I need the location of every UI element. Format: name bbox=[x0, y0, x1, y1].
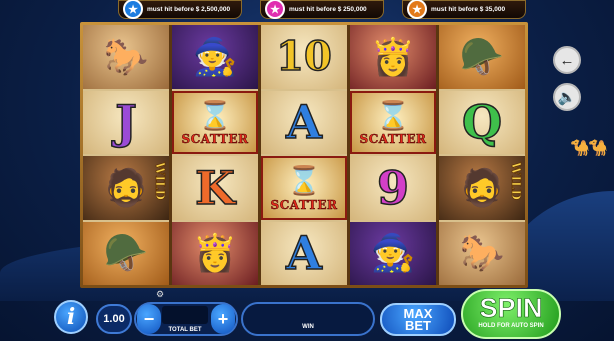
jackpot-minor-label: must hit before $ 35,000 bbox=[431, 6, 506, 13]
jackpot-minor: ★ must hit before $ 35,000 bbox=[402, 0, 526, 19]
symbol-old-sorcerer: 🧙 bbox=[350, 221, 436, 285]
white-horse-icon: 🐎 bbox=[103, 35, 149, 77]
jackpot-grand-label: must hit before $ 2,500,000 bbox=[147, 6, 231, 13]
arrow-left-icon: ← bbox=[559, 51, 575, 69]
reel-3: 10 A ⌛ SCATTER A bbox=[261, 25, 347, 285]
symbol-label: J bbox=[114, 95, 137, 151]
info-button[interactable]: i bbox=[54, 300, 88, 334]
wild-label: WILD bbox=[153, 162, 168, 201]
symbol-label: K bbox=[194, 160, 235, 216]
golden-helmet-icon: 🪖 bbox=[459, 35, 505, 77]
minus-icon: − bbox=[143, 308, 155, 329]
bet-value-display: 1.00 bbox=[96, 304, 132, 334]
total-bet-value bbox=[162, 306, 208, 324]
symbol-label: Q bbox=[461, 95, 503, 151]
symbol-golden-helmet: 🪖 bbox=[83, 221, 169, 285]
reel-2: 🧙 ⌛ SCATTER K 👸 bbox=[172, 25, 258, 285]
symbol-desert-hero: 🧔 WILD bbox=[83, 156, 169, 220]
princess-icon: 👸 bbox=[370, 35, 416, 77]
spin-label: SPIN bbox=[479, 293, 543, 324]
symbol-letter: J bbox=[83, 90, 169, 154]
star-icon: ★ bbox=[123, 0, 143, 19]
sound-button[interactable]: 🔈 bbox=[553, 83, 581, 111]
spin-button[interactable]: SPIN HOLD FOR AUTO SPIN bbox=[461, 289, 561, 339]
win-display bbox=[241, 302, 375, 336]
golden-helmet-icon: 🪖 bbox=[103, 232, 149, 274]
symbol-letter: 10 bbox=[261, 25, 347, 89]
settings-icon[interactable]: ⚙ bbox=[156, 289, 164, 300]
old-sorcerer-icon: 🧙 bbox=[370, 232, 416, 274]
scatter-label: SCATTER bbox=[359, 132, 427, 147]
bet-value: 1.00 bbox=[103, 313, 125, 325]
symbol-scatter: ⌛ SCATTER bbox=[261, 156, 347, 220]
jackpot-grand: ★ must hit before $ 2,500,000 bbox=[118, 0, 242, 19]
max-bet-button[interactable]: MAX BET bbox=[380, 303, 456, 336]
symbol-letter: A bbox=[261, 90, 347, 154]
symbol-label: A bbox=[285, 226, 322, 282]
reels-frame: 🐎 J 🧔 WILD 🪖 🧙 ⌛ SCATTER K 👸 10 A ⌛ SCATTER A 👸 ⌛ SCATTER… bbox=[80, 22, 528, 288]
wild-label: WILD bbox=[509, 162, 524, 201]
symbol-scatter: ⌛ SCATTER bbox=[172, 90, 258, 154]
symbol-label: 9 bbox=[376, 160, 410, 216]
max-bet-line2: BET bbox=[405, 317, 431, 333]
symbol-white-horse: 🐎 bbox=[439, 221, 525, 285]
symbol-golden-helmet: 🪖 bbox=[439, 25, 525, 89]
star-icon: ★ bbox=[407, 0, 427, 19]
symbol-desert-hero: 🧔 WILD bbox=[439, 156, 525, 220]
scatter-label: SCATTER bbox=[270, 197, 338, 212]
win-label: WIN bbox=[302, 324, 314, 330]
symbol-label: A bbox=[285, 95, 322, 151]
jackpot-bar: ★ must hit before $ 2,500,000 ★ must hit… bbox=[118, 0, 526, 22]
symbol-princess: 👸 bbox=[350, 25, 436, 89]
camel-caravan-silhouette: 🐪🐪 bbox=[570, 140, 608, 157]
back-button[interactable]: ← bbox=[553, 46, 581, 74]
symbol-label: 10 bbox=[275, 33, 332, 82]
symbol-white-horse: 🐎 bbox=[83, 25, 169, 89]
speaker-icon: 🔈 bbox=[557, 89, 577, 106]
symbol-letter: K bbox=[172, 156, 258, 220]
white-horse-icon: 🐎 bbox=[459, 232, 505, 274]
reels-grid: 🐎 J 🧔 WILD 🪖 🧙 ⌛ SCATTER K 👸 10 A ⌛ SCATTER A 👸 ⌛ SCATTER… bbox=[83, 25, 525, 285]
symbol-letter: 9 bbox=[350, 156, 436, 220]
plus-icon: + bbox=[217, 308, 229, 329]
reel-5: 🪖 Q 🧔 WILD 🐎 bbox=[439, 25, 525, 285]
info-icon: i bbox=[66, 304, 76, 330]
symbol-old-sorcerer: 🧙 bbox=[172, 25, 258, 89]
spin-sublabel: HOLD FOR AUTO SPIN bbox=[478, 323, 544, 329]
hourglass-icon: ⌛ bbox=[375, 99, 411, 131]
hourglass-icon: ⌛ bbox=[197, 99, 233, 131]
hourglass-icon: ⌛ bbox=[286, 165, 322, 197]
jackpot-major-label: must hit before $ 250,000 bbox=[289, 6, 367, 13]
total-bet-label: TOTAL BET bbox=[168, 327, 202, 333]
star-icon: ★ bbox=[265, 0, 285, 19]
increase-bet-button[interactable]: + bbox=[211, 304, 235, 334]
jackpot-major: ★ must hit before $ 250,000 bbox=[260, 0, 384, 19]
symbol-scatter: ⌛ SCATTER bbox=[350, 90, 436, 154]
decrease-bet-button[interactable]: − bbox=[137, 304, 161, 334]
scatter-label: SCATTER bbox=[181, 132, 249, 147]
symbol-letter: Q bbox=[439, 90, 525, 154]
symbol-letter: A bbox=[261, 221, 347, 285]
desert-hero-icon: 🧔 bbox=[103, 166, 149, 208]
reel-1: 🐎 J 🧔 WILD 🪖 bbox=[83, 25, 169, 285]
reel-4: 👸 ⌛ SCATTER 9 🧙 bbox=[350, 25, 436, 285]
desert-hero-icon: 🧔 bbox=[459, 166, 505, 208]
symbol-princess: 👸 bbox=[172, 221, 258, 285]
princess-icon: 👸 bbox=[192, 232, 238, 274]
old-sorcerer-icon: 🧙 bbox=[192, 35, 238, 77]
